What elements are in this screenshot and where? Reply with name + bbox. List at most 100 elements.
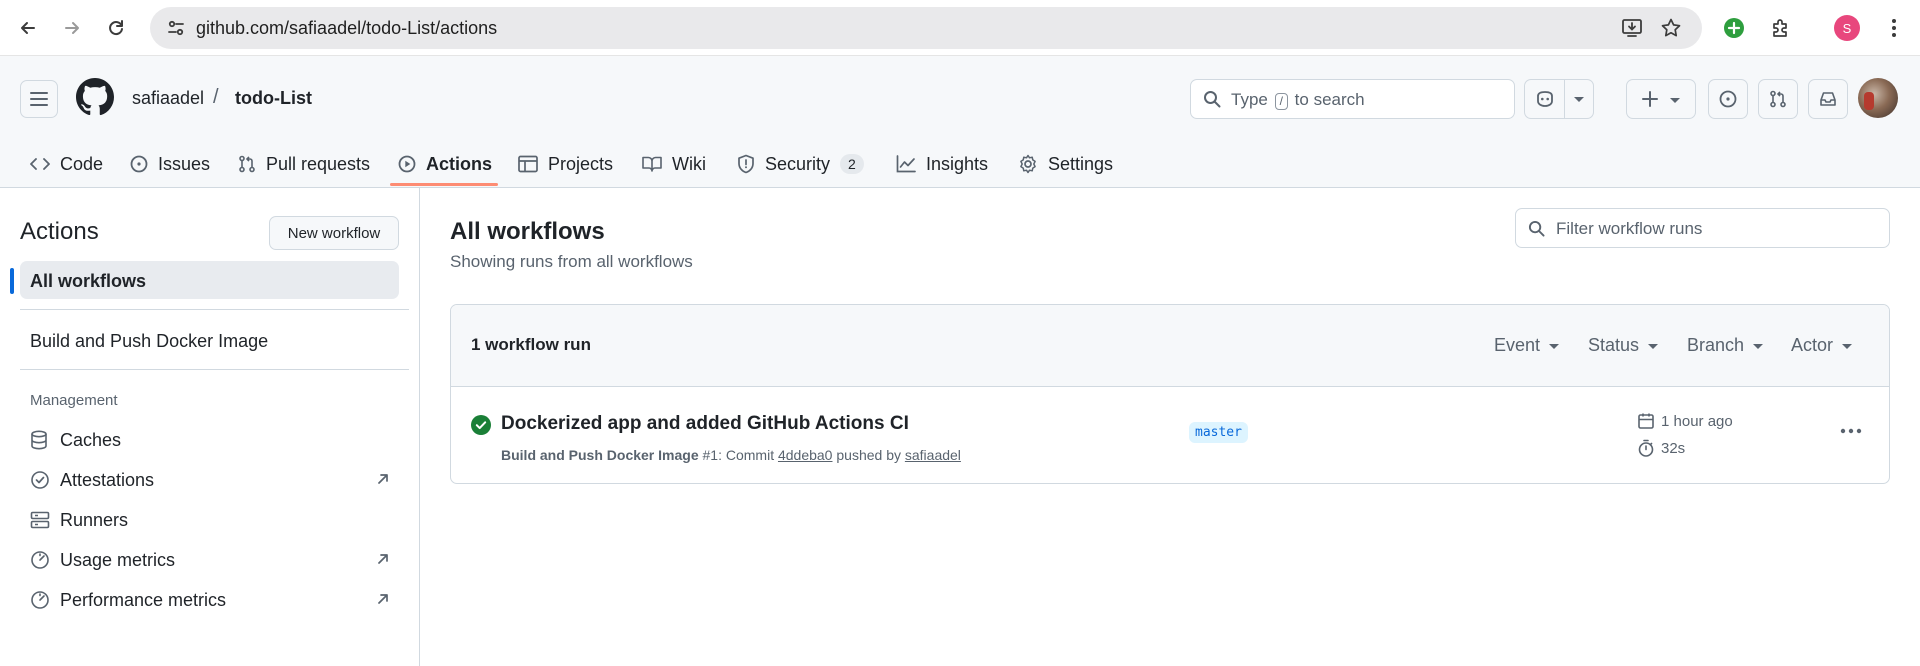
verified-icon xyxy=(30,470,50,490)
calendar-icon xyxy=(1637,412,1655,430)
issue-icon xyxy=(130,155,148,173)
status-filter-dropdown[interactable]: Status xyxy=(1588,335,1659,356)
kebab-horizontal-icon xyxy=(1840,428,1862,434)
new-workflow-button[interactable]: New workflow xyxy=(269,216,399,250)
workflow-run-row[interactable]: Dockerized app and added GitHub Actions … xyxy=(451,387,1889,483)
site-info-button[interactable] xyxy=(160,12,192,44)
hamburger-icon xyxy=(30,92,48,106)
chevron-down-icon[interactable] xyxy=(1565,96,1593,102)
user-avatar[interactable] xyxy=(1858,78,1898,118)
meter-icon xyxy=(30,590,50,610)
address-bar[interactable]: github.com/safiaadel/todo-List/actions xyxy=(150,7,1702,49)
copilot-button-group[interactable] xyxy=(1524,79,1594,119)
tab-code[interactable]: Code xyxy=(30,140,103,188)
server-icon xyxy=(30,511,50,529)
create-new-button[interactable] xyxy=(1626,79,1696,119)
more-vertical-icon xyxy=(1892,19,1896,37)
tab-security[interactable]: Security 2 xyxy=(737,140,864,188)
reload-icon xyxy=(109,20,123,36)
sidebar-item-attestations[interactable]: Attestations xyxy=(30,466,390,494)
tab-issues[interactable]: Issues xyxy=(130,140,210,188)
global-search-input[interactable]: Type / to search xyxy=(1190,79,1515,119)
menu-button[interactable] xyxy=(20,80,58,118)
run-time: 1 hour ago xyxy=(1637,412,1733,430)
install-icon xyxy=(1622,19,1642,37)
active-indicator xyxy=(10,268,14,294)
pull-requests-button[interactable] xyxy=(1758,79,1798,119)
workflow-runs-list: 1 workflow run Event Status Branch Actor… xyxy=(450,304,1890,484)
chevron-down-icon xyxy=(1648,344,1659,349)
management-heading: Management xyxy=(30,392,118,409)
breadcrumb-separator: / xyxy=(213,86,219,108)
event-filter-dropdown[interactable]: Event xyxy=(1494,335,1560,356)
pull-request-icon xyxy=(1770,90,1786,108)
puzzle-icon xyxy=(1773,19,1787,37)
commit-link[interactable]: 4ddeba0 xyxy=(778,447,833,463)
tab-actions[interactable]: Actions xyxy=(398,140,492,188)
actor-filter-dropdown[interactable]: Actor xyxy=(1791,335,1853,356)
success-check-icon xyxy=(471,415,491,435)
graph-icon xyxy=(896,155,916,173)
meter-icon xyxy=(30,550,50,570)
profile-avatar[interactable]: S xyxy=(1834,15,1860,41)
security-alert-count: 2 xyxy=(840,154,864,174)
runs-count: 1 workflow run xyxy=(471,335,591,354)
divider xyxy=(20,309,409,310)
external-link-icon xyxy=(376,552,390,566)
tab-projects[interactable]: Projects xyxy=(518,140,613,188)
search-shortcut-key: / xyxy=(1274,93,1288,110)
run-duration: 32s xyxy=(1637,439,1685,457)
chevron-down-icon xyxy=(1670,97,1680,103)
sidebar-item-usage-metrics[interactable]: Usage metrics xyxy=(30,546,390,574)
extension-button[interactable] xyxy=(1720,14,1748,42)
run-meta: Build and Push Docker Image #1: Commit 4… xyxy=(501,447,961,463)
sidebar-item-all-workflows-label[interactable]: All workflows xyxy=(30,271,146,292)
reload-button[interactable] xyxy=(100,12,132,44)
sidebar-item-caches[interactable]: Caches xyxy=(30,426,390,454)
url-text[interactable]: github.com/safiaadel/todo-List/actions xyxy=(196,18,497,39)
tab-settings[interactable]: Settings xyxy=(1018,140,1113,188)
sidebar-item-performance-metrics[interactable]: Performance metrics xyxy=(30,586,390,614)
external-link-icon xyxy=(376,472,390,486)
run-workflow-name: Build and Push Docker Image xyxy=(501,447,699,463)
extensions-menu-button[interactable] xyxy=(1767,14,1795,42)
tab-wiki[interactable]: Wiki xyxy=(642,140,706,188)
actor-link[interactable]: safiaadel xyxy=(905,447,961,463)
sidebar-title: Actions xyxy=(20,218,99,245)
selected-tab-indicator xyxy=(390,183,498,186)
actions-sidebar: Actions New workflow All workflows Build… xyxy=(0,188,420,666)
bookmark-button[interactable] xyxy=(1659,16,1683,40)
tab-pull-requests[interactable]: Pull requests xyxy=(238,140,370,188)
github-logo-icon[interactable] xyxy=(76,78,114,116)
back-button[interactable] xyxy=(12,12,44,44)
breadcrumb-owner[interactable]: safiaadel xyxy=(132,88,204,109)
breadcrumb-repo[interactable]: todo-List xyxy=(235,88,312,109)
arrow-left-icon xyxy=(21,22,35,34)
chevron-down-icon xyxy=(1753,344,1764,349)
filter-placeholder: Filter workflow runs xyxy=(1556,219,1703,238)
chevron-down-icon xyxy=(1842,344,1853,349)
copilot-icon[interactable] xyxy=(1525,90,1564,108)
branch-filter-dropdown[interactable]: Branch xyxy=(1687,335,1764,356)
filter-workflow-runs-input[interactable]: Filter workflow runs xyxy=(1515,208,1890,248)
sidebar-item-workflow[interactable]: Build and Push Docker Image xyxy=(30,331,268,352)
external-link-icon xyxy=(376,592,390,606)
branch-badge[interactable]: master xyxy=(1189,422,1248,443)
inbox-button[interactable] xyxy=(1808,79,1848,119)
issues-button[interactable] xyxy=(1708,79,1748,119)
run-title-link[interactable]: Dockerized app and added GitHub Actions … xyxy=(501,413,909,435)
database-icon xyxy=(30,430,50,450)
run-more-options-button[interactable] xyxy=(1837,419,1865,443)
install-app-button[interactable] xyxy=(1620,16,1644,40)
gear-icon xyxy=(1018,154,1038,174)
arrow-right-icon xyxy=(65,22,79,34)
forward-button[interactable] xyxy=(56,12,88,44)
browser-menu-button[interactable] xyxy=(1880,14,1908,42)
shield-icon xyxy=(737,154,755,174)
tab-insights[interactable]: Insights xyxy=(896,140,988,188)
runs-list-header: 1 workflow run Event Status Branch Actor xyxy=(451,305,1889,387)
table-icon xyxy=(518,155,538,173)
repo-nav: Code Issues Pull requests Actions Projec… xyxy=(0,140,1920,188)
chevron-down-icon xyxy=(1549,344,1560,349)
sidebar-item-runners[interactable]: Runners xyxy=(30,506,390,534)
